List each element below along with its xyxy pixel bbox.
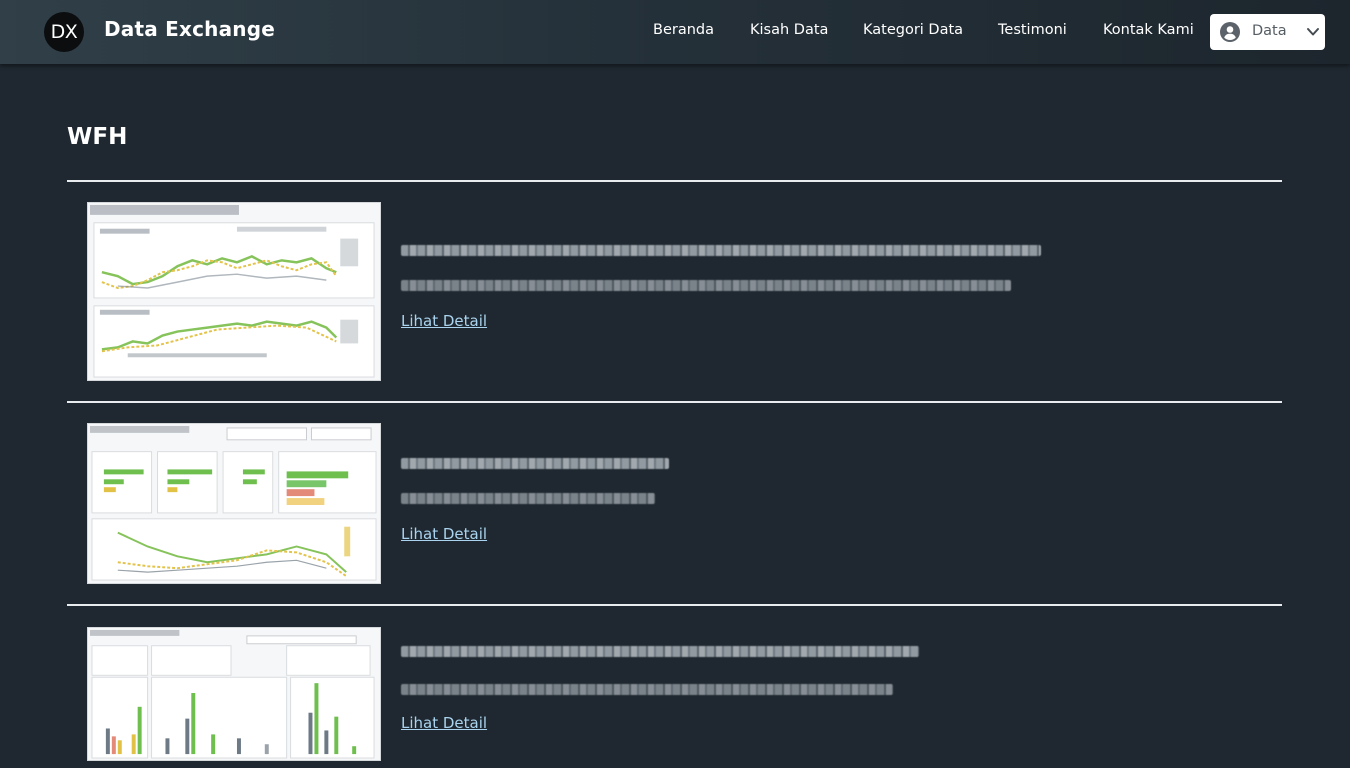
story-description	[401, 493, 655, 504]
divider	[67, 604, 1282, 606]
story-title	[401, 646, 919, 657]
user-circle-icon	[1220, 22, 1240, 42]
nav-link-kontak-kami[interactable]: Kontak Kami	[1103, 22, 1194, 38]
story-thumbnail[interactable]	[87, 202, 381, 381]
story-thumbnail[interactable]	[87, 627, 381, 761]
story-description	[401, 280, 1011, 291]
divider	[67, 180, 1282, 182]
top-navbar: DX Data Exchange Beranda Kisah Data Kate…	[0, 0, 1350, 64]
chevron-down-icon	[1307, 28, 1319, 36]
page-title: WFH	[67, 124, 128, 150]
lihat-detail-link[interactable]: Lihat Detail	[401, 525, 487, 543]
nav-link-testimoni[interactable]: Testimoni	[998, 22, 1067, 38]
nav-link-beranda[interactable]: Beranda	[653, 22, 714, 38]
lihat-detail-link[interactable]: Lihat Detail	[401, 714, 487, 732]
dashboard-line-chart-thumbnail-icon	[88, 203, 380, 380]
nav-link-kisah-data[interactable]: Kisah Data	[750, 22, 828, 38]
data-dropdown-label: Data	[1252, 23, 1287, 39]
story-thumbnail[interactable]	[87, 423, 381, 584]
dashboard-column-chart-thumbnail-icon	[88, 628, 380, 760]
story-description	[401, 684, 893, 695]
brand-name[interactable]: Data Exchange	[104, 17, 275, 41]
logo[interactable]: DX	[44, 12, 84, 52]
data-dropdown-button[interactable]: Data	[1210, 14, 1325, 50]
divider	[67, 401, 1282, 403]
logo-text: DX	[50, 21, 78, 43]
dashboard-bar-chart-thumbnail-icon	[88, 424, 380, 583]
story-title	[401, 245, 1041, 256]
lihat-detail-link[interactable]: Lihat Detail	[401, 312, 487, 330]
story-title	[401, 458, 669, 469]
nav-link-kategori-data[interactable]: Kategori Data	[863, 22, 963, 38]
